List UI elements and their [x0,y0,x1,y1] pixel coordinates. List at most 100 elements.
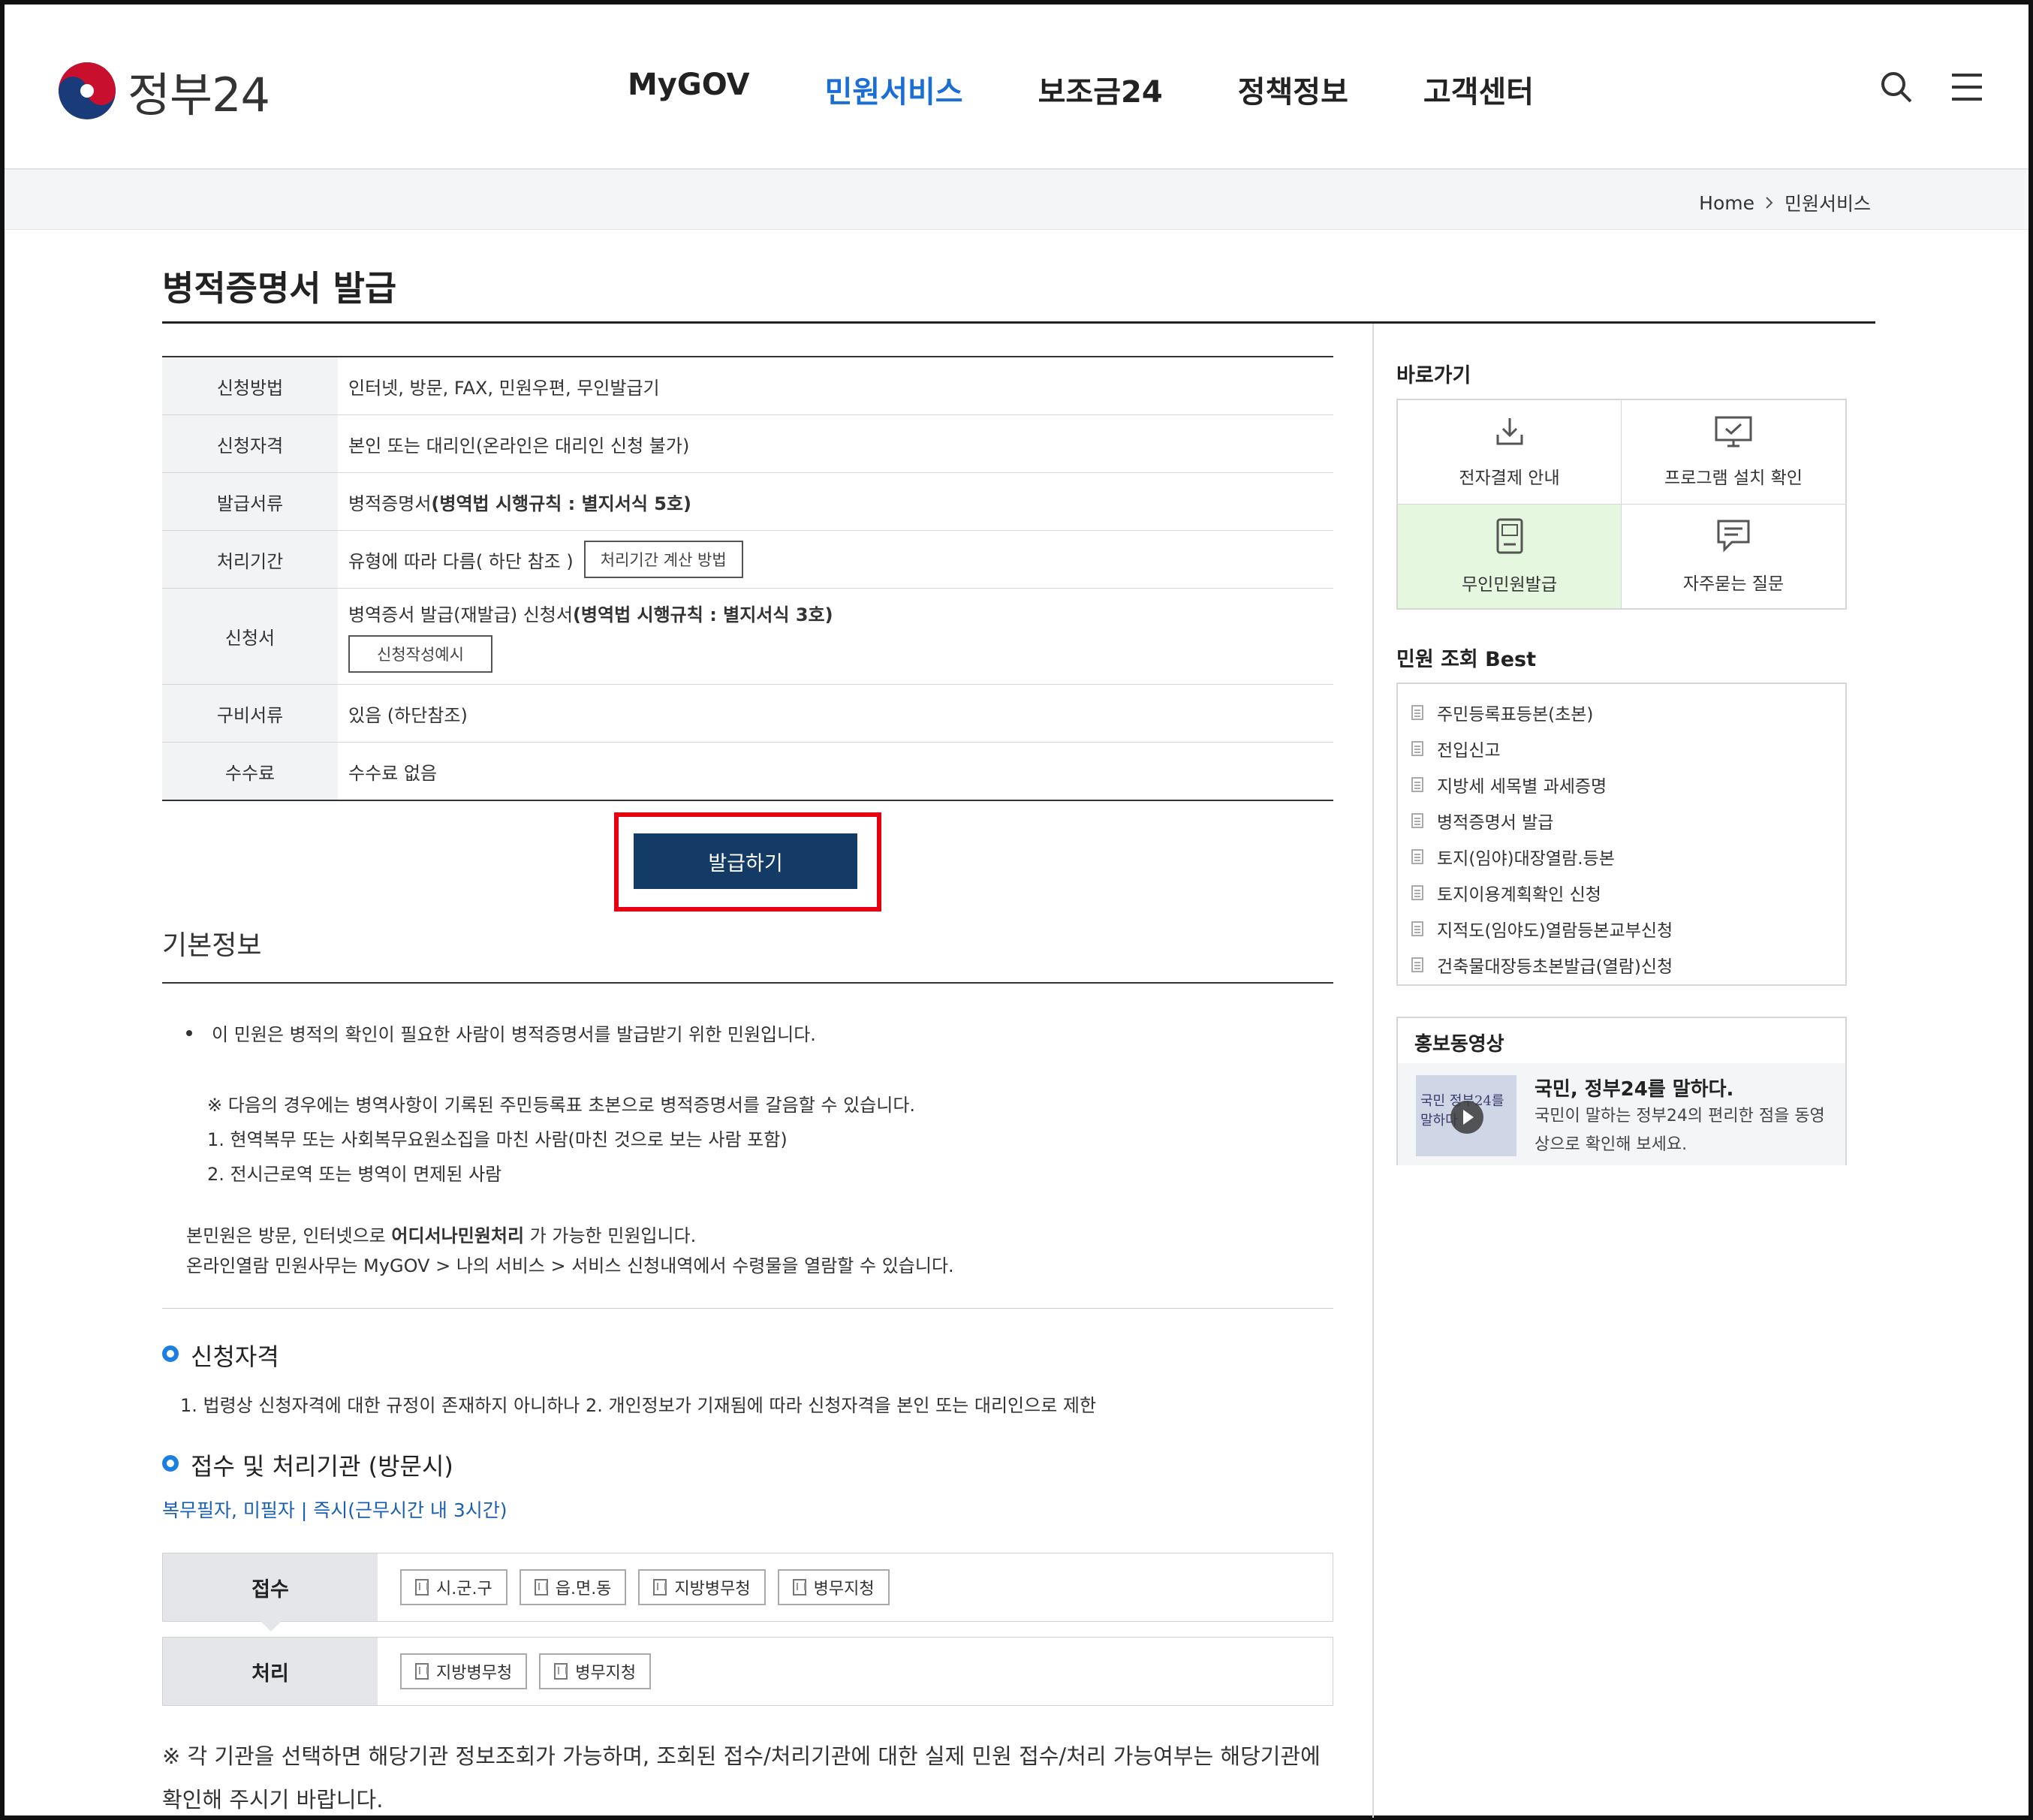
period-calc-button[interactable]: 처리기간 계산 방법 [583,541,743,578]
row-value: 본인 또는 대리인(온라인은 대리인 신청 불가) [348,435,690,457]
quick-link-payment[interactable]: 전자결제 안내 [1398,400,1622,505]
agency-link[interactable]: 복무필자, 미필자 | 즉시(근무시간 내 3시간) [162,1496,507,1523]
menu-icon[interactable] [1950,72,1983,105]
list-item[interactable]: 병적증명서 발급 [1398,803,1845,839]
row-value: 병역증서 발급(재발급) 신청서 [348,604,573,625]
row-label: 처리기간 [162,531,338,588]
document-icon [1411,849,1423,864]
agency-chip[interactable]: 읍.면.동 [519,1569,627,1605]
list-item[interactable]: 주민등록표등본(초본) [1398,695,1845,731]
agency-chip[interactable]: 지방병무청 [400,1653,528,1689]
quick-link-kiosk[interactable]: 무인민원발급 [1398,504,1622,608]
play-icon[interactable] [1450,1101,1483,1134]
promo-heading: 홍보동영상 [1414,1033,1504,1056]
eligibility-heading: 신청자격 [191,1342,279,1371]
promo-video-thumbnail[interactable]: 국민 정부24를 말하다 [1416,1075,1516,1156]
receive-label: 접수 [251,1577,289,1602]
basic-info-note: ※ 다음의 경우에는 병역사항이 기록된 주민등록표 초본으로 병적증명서를 갈… [207,1095,916,1116]
row-label: 신청방법 [162,357,338,414]
section-divider [162,1308,1333,1309]
row-label: 발급서류 [162,473,338,530]
promo-description: 국민이 말하는 정부24의 편리한 점을 동영상으로 확인해 보세요. [1535,1107,1825,1154]
row-value: 있음 (하단참조) [348,704,468,726]
list-item[interactable]: 토지(임야)대장열람.등본 [1398,839,1845,875]
issue-button[interactable]: 발급하기 [634,833,857,889]
row-value: 병적증명서 [348,493,432,514]
main-nav: MyGOV 민원서비스 보조금24 정책정보 고객센터 [628,68,1609,111]
table-row: 처리기간 유형에 따라 다름( 하단 참조 ) 처리기간 계산 방법 [162,531,1333,589]
document-icon [1411,957,1423,972]
row-value: 인터넷, 방문, FAX, 민원우편, 무인발급기 [348,377,660,399]
bullet-icon [186,1030,192,1036]
site-logo[interactable]: 정부24 [59,57,270,125]
table-row: 수수료 수수료 없음 [162,743,1333,800]
building-icon [653,1579,667,1596]
list-item[interactable]: 전입신고 [1398,731,1845,767]
agency-chip[interactable]: 병무지청 [777,1569,890,1605]
document-icon [1411,921,1423,936]
nav-policy-info[interactable]: 정책정보 [1238,68,1348,111]
promo-title[interactable]: 국민, 정부24를 말하다. [1535,1074,1733,1101]
row-value-bold: (병역법 시행규칙 : 별지서식 5호) [431,493,692,514]
nav-customer-center[interactable]: 고객센터 [1423,68,1534,111]
table-row: 구비서류 있음 (하단참조) [162,685,1333,743]
breadcrumb-home[interactable]: Home [1699,192,1754,214]
agency-chip[interactable]: 지방병무청 [638,1569,766,1605]
agency-chip[interactable]: 병무지청 [539,1653,652,1689]
taegeuk-logo-icon [59,62,116,119]
building-icon [415,1579,429,1596]
breadcrumb-bar: Home 민원서비스 [5,170,2028,230]
nav-civil-service[interactable]: 민원서비스 [825,68,963,111]
nav-mygov[interactable]: MyGOV [628,68,750,111]
list-item[interactable]: 건축물대장등초본발급(열람)신청 [1398,947,1845,983]
quick-link-faq[interactable]: 자주묻는 질문 [1622,505,1845,609]
list-item[interactable]: 지적도(임야도)열람등본교부신청 [1398,911,1845,947]
title-divider [162,321,1875,324]
basic-info-heading: 기본정보 [162,930,262,961]
list-item[interactable]: 지방세 세목별 과세증명 [1398,767,1845,803]
basic-info-case1: 1. 현역복무 또는 사회복무요원소집을 마친 사람(마친 것으로 보는 사람 … [207,1129,788,1150]
best-list: 주민등록표등본(초본) 전입신고 지방세 세목별 과세증명 병적증명서 발급 토… [1396,682,1847,986]
kiosk-icon [1495,517,1525,559]
nav-subsidy24[interactable]: 보조금24 [1038,68,1163,111]
page-title: 병적증명서 발급 [162,268,397,309]
list-item[interactable]: 토지이용계획확인 신청 [1398,875,1845,911]
promo-video-box: 홍보동영상 국민 정부24를 말하다 국민, 정부24를 말하다. 국민이 말하… [1396,1017,1847,1165]
service-info-table: 신청방법 인터넷, 방문, FAX, 민원우편, 무인발급기 신청자격 본인 또… [162,356,1333,801]
basic-info-line-b: 온라인열람 민원사무는 MyGOV > 나의 서비스 > 서비스 신청내역에서 … [186,1255,954,1276]
quick-link-program-check[interactable]: 프로그램 설치 확인 [1622,400,1845,505]
bottom-note: ※ 각 기관을 선택하면 해당기관 정보조회가 가능하며, 조회된 접수/처리기… [162,1743,1321,1812]
agency-heading: 접수 및 처리기관 (방문시) [191,1452,453,1481]
quick-links-heading: 바로가기 [1396,364,1471,387]
basic-info-line-a: 본민원은 방문, 인터넷으로 어디서나민원처리 가 가능한 민원입니다. [186,1225,697,1246]
document-icon [1411,813,1423,828]
eligibility-text: 1. 법령상 신청자격에 대한 규정이 존재하지 아니하나 2. 개인정보가 기… [180,1395,1097,1416]
form-example-button[interactable]: 신청작성예시 [348,635,492,673]
process-agency-row: 처리 지방병무청 병무지청 [162,1637,1333,1706]
document-icon [1411,777,1423,792]
row-label: 신청자격 [162,415,338,472]
table-row: 발급서류 병적증명서 (병역법 시행규칙 : 별지서식 5호) [162,473,1333,531]
basic-info-bullet: 이 민원은 병적의 확인이 필요한 사람이 병적증명서를 발급받기 위한 민원입… [212,1024,816,1045]
document-icon [1411,885,1423,900]
agency-chip[interactable]: 시.군.구 [400,1569,507,1605]
monitor-check-icon [1714,415,1753,453]
logo-text: 정부24 [128,68,270,122]
download-icon [1493,415,1526,453]
faq-icon [1715,518,1751,559]
table-row: 신청방법 인터넷, 방문, FAX, 민원우편, 무인발급기 [162,357,1333,415]
breadcrumb-current[interactable]: 민원서비스 [1785,189,1871,216]
row-value: 수수료 없음 [348,762,438,784]
ring-bullet-icon [162,1345,179,1362]
receive-agency-row: 접수 시.군.구 읍.면.동 지방병무청 병무지청 [162,1553,1333,1632]
sidebar-divider [1372,324,1374,1818]
row-value: 유형에 따라 다름( 하단 참조 ) [348,550,574,572]
row-label: 수수료 [162,743,338,800]
basic-info-case2: 2. 전시근로역 또는 병역이 면제된 사람 [207,1164,502,1185]
search-icon[interactable] [1880,71,1913,107]
breadcrumb: Home 민원서비스 [1699,189,1871,216]
site-header: 정부24 MyGOV 민원서비스 보조금24 정책정보 고객센터 [5,5,2028,170]
building-icon [415,1663,429,1680]
building-icon [792,1579,806,1596]
row-value-bold: (병역법 시행규칙 : 별지서식 3호) [572,604,833,625]
